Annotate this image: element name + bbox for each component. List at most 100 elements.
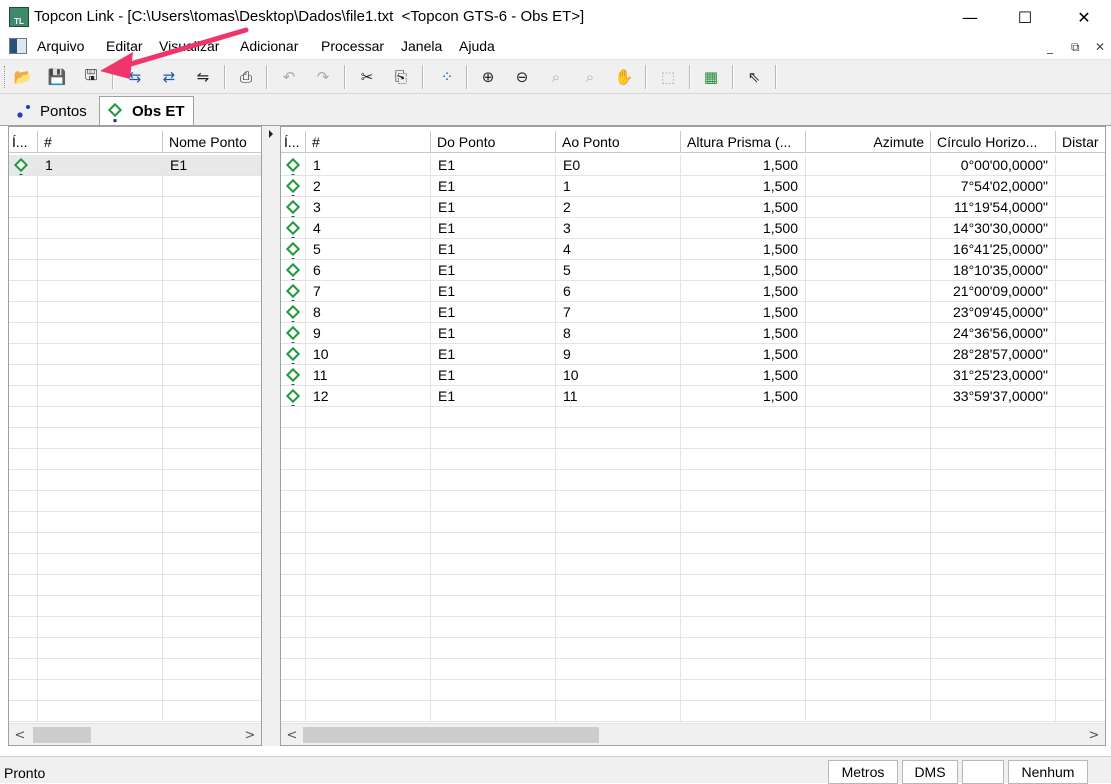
table-row[interactable]: 3 E1 2 1,500 11°19'54,0000": [281, 197, 1105, 218]
points-grid[interactable]: Í... # Nome Ponto 1 E1 < >: [8, 126, 262, 746]
column-header-icon[interactable]: Í...: [9, 131, 38, 153]
to-point-cell[interactable]: 8: [556, 323, 681, 344]
observation-number-cell[interactable]: 6: [306, 260, 431, 281]
point-name-cell[interactable]: [163, 218, 261, 239]
column-header-distance[interactable]: Distar: [1056, 131, 1105, 153]
toolbar-grip[interactable]: [4, 66, 7, 88]
prism-height-cell[interactable]: [681, 596, 806, 617]
empty-table-row[interactable]: [9, 554, 261, 575]
distance-cell[interactable]: [1056, 596, 1105, 617]
prism-height-cell[interactable]: 1,500: [681, 260, 806, 281]
prism-height-cell[interactable]: 1,500: [681, 155, 806, 176]
points-horizontal-scrollbar[interactable]: < >: [9, 723, 261, 745]
observation-number-cell[interactable]: [306, 449, 431, 470]
point-name-cell[interactable]: [163, 659, 261, 680]
scroll-left-button[interactable]: <: [281, 724, 303, 745]
to-point-cell[interactable]: 6: [556, 281, 681, 302]
point-name-cell[interactable]: [163, 701, 261, 722]
observation-number-cell[interactable]: 8: [306, 302, 431, 323]
empty-table-row[interactable]: [281, 659, 1105, 680]
observation-number-cell[interactable]: 5: [306, 239, 431, 260]
prism-height-cell[interactable]: 1,500: [681, 344, 806, 365]
undo-icon[interactable]: ↶: [276, 65, 302, 89]
from-point-cell[interactable]: [431, 491, 556, 512]
empty-table-row[interactable]: [281, 701, 1105, 722]
azimuth-cell[interactable]: [806, 155, 931, 176]
to-point-cell[interactable]: [556, 449, 681, 470]
from-point-cell[interactable]: [431, 575, 556, 596]
import-icon[interactable]: ⇆: [122, 65, 148, 89]
menu-ajuda[interactable]: Ajuda: [459, 38, 495, 54]
table-row[interactable]: 10 E1 9 1,500 28°28'57,0000": [281, 344, 1105, 365]
convert-icon[interactable]: ⇋: [190, 65, 216, 89]
empty-table-row[interactable]: [9, 701, 261, 722]
to-point-cell[interactable]: 2: [556, 197, 681, 218]
azimuth-cell[interactable]: [806, 617, 931, 638]
distance-cell[interactable]: [1056, 554, 1105, 575]
point-name-cell[interactable]: E1: [163, 155, 261, 176]
point-name-cell[interactable]: [163, 428, 261, 449]
prism-height-cell[interactable]: 1,500: [681, 218, 806, 239]
horizontal-circle-cell[interactable]: 0°00'00,0000": [931, 155, 1056, 176]
empty-table-row[interactable]: [9, 260, 261, 281]
point-number-cell[interactable]: [38, 470, 163, 491]
to-point-cell[interactable]: [556, 491, 681, 512]
row-icon-cell[interactable]: [281, 449, 306, 470]
mdi-close-button[interactable]: ✕: [1095, 40, 1105, 54]
row-icon-cell[interactable]: [9, 638, 38, 659]
row-icon-cell[interactable]: [9, 470, 38, 491]
prism-height-cell[interactable]: [681, 470, 806, 491]
empty-table-row[interactable]: [9, 638, 261, 659]
observation-number-cell[interactable]: [306, 617, 431, 638]
to-point-cell[interactable]: [556, 554, 681, 575]
zoom-extents-icon[interactable]: ⌕: [577, 65, 603, 89]
row-icon-cell[interactable]: [9, 512, 38, 533]
distance-cell[interactable]: [1056, 701, 1105, 722]
empty-table-row[interactable]: [9, 533, 261, 554]
row-icon-cell[interactable]: [281, 407, 306, 428]
horizontal-circle-cell[interactable]: [931, 575, 1056, 596]
row-icon-cell[interactable]: [9, 302, 38, 323]
point-number-cell[interactable]: [38, 512, 163, 533]
row-icon-cell[interactable]: [9, 659, 38, 680]
point-name-cell[interactable]: [163, 491, 261, 512]
from-point-cell[interactable]: [431, 680, 556, 701]
from-point-cell[interactable]: [431, 533, 556, 554]
azimuth-cell[interactable]: [806, 176, 931, 197]
point-name-cell[interactable]: [163, 365, 261, 386]
row-icon-cell[interactable]: [281, 533, 306, 554]
observation-number-cell[interactable]: 10: [306, 344, 431, 365]
empty-table-row[interactable]: [281, 554, 1105, 575]
horizontal-circle-cell[interactable]: 18°10'35,0000": [931, 260, 1056, 281]
azimuth-cell[interactable]: [806, 344, 931, 365]
spreadsheet-icon[interactable]: ▦: [698, 65, 724, 89]
point-number-cell[interactable]: [38, 344, 163, 365]
to-point-cell[interactable]: [556, 659, 681, 680]
from-point-cell[interactable]: E1: [431, 176, 556, 197]
distance-cell[interactable]: [1056, 512, 1105, 533]
empty-table-row[interactable]: [281, 596, 1105, 617]
menu-arquivo[interactable]: Arquivo: [37, 38, 84, 54]
empty-table-row[interactable]: [281, 638, 1105, 659]
empty-table-row[interactable]: [9, 407, 261, 428]
point-number-cell[interactable]: 1: [38, 155, 163, 176]
from-point-cell[interactable]: [431, 617, 556, 638]
empty-table-row[interactable]: [281, 470, 1105, 491]
point-number-cell[interactable]: [38, 323, 163, 344]
observation-number-cell[interactable]: [306, 512, 431, 533]
row-icon-cell[interactable]: [281, 680, 306, 701]
distance-cell[interactable]: [1056, 659, 1105, 680]
from-point-cell[interactable]: E1: [431, 386, 556, 407]
export-icon[interactable]: ⇄: [156, 65, 182, 89]
point-name-cell[interactable]: [163, 638, 261, 659]
prism-height-cell[interactable]: 1,500: [681, 386, 806, 407]
observation-number-cell[interactable]: [306, 680, 431, 701]
row-icon-cell[interactable]: [281, 428, 306, 449]
distance-cell[interactable]: [1056, 323, 1105, 344]
empty-table-row[interactable]: [281, 680, 1105, 701]
horizontal-circle-cell[interactable]: [931, 617, 1056, 638]
empty-table-row[interactable]: [9, 449, 261, 470]
point-number-cell[interactable]: [38, 533, 163, 554]
horizontal-circle-cell[interactable]: 31°25'23,0000": [931, 365, 1056, 386]
point-number-cell[interactable]: [38, 365, 163, 386]
